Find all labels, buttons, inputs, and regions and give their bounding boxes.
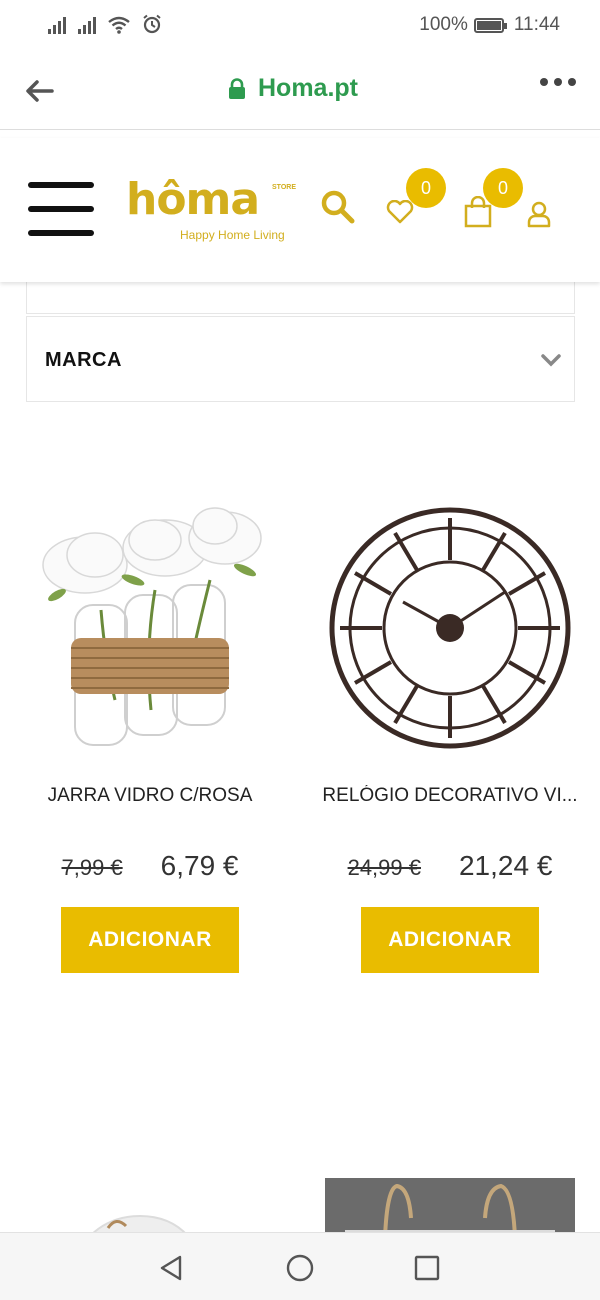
alarm-icon — [143, 14, 161, 34]
filter-label: MARCA — [45, 349, 122, 371]
user-icon[interactable] — [527, 200, 551, 228]
logo-tagline: Happy Home Living — [180, 228, 285, 242]
add-to-cart-button[interactable]: ADICIONAR — [61, 907, 239, 973]
search-icon[interactable] — [321, 190, 355, 224]
wishlist-count-badge: 0 — [406, 168, 446, 208]
product-price: 6,79 € — [160, 850, 239, 881]
product-prices: 7,99 € 6,79 € — [5, 850, 295, 882]
system-navigation-bar — [0, 1232, 600, 1300]
site-header: hôma STORE Happy Home Living 0 0 — [0, 138, 600, 282]
battery-percent: 100% — [419, 14, 468, 35]
chevron-down-icon — [541, 354, 561, 367]
dot-icon — [540, 78, 548, 86]
product-image[interactable] — [305, 500, 595, 760]
nav-recents-button[interactable] — [412, 1253, 442, 1283]
product-image-partial[interactable] — [325, 1178, 575, 1238]
signal-icon — [48, 16, 66, 34]
menu-button[interactable] — [28, 182, 94, 236]
address-bar[interactable]: Homa.pt — [228, 74, 358, 103]
wifi-icon — [108, 16, 130, 34]
filter-accordion-marca[interactable]: MARCA — [26, 316, 575, 402]
nav-home-button[interactable] — [285, 1253, 315, 1283]
cart-count-badge: 0 — [483, 168, 523, 208]
clock-time: 11:44 — [513, 14, 560, 35]
more-options-button[interactable] — [540, 78, 576, 86]
nav-back-button[interactable] — [156, 1253, 186, 1283]
product-name[interactable]: JARRA VIDRO C/ROSA — [5, 785, 295, 807]
triangle-back-icon — [160, 1255, 182, 1281]
lock-icon — [229, 77, 245, 99]
product-name[interactable]: RELÓGIO DECORATIVO VI... — [305, 785, 595, 807]
square-recents-icon — [414, 1255, 440, 1281]
logo-store-label: STORE — [272, 184, 296, 191]
add-to-cart-button[interactable]: ADICIONAR — [361, 907, 539, 973]
back-button[interactable] — [22, 74, 56, 108]
battery-icon — [473, 17, 507, 33]
dot-icon — [554, 78, 562, 86]
product-old-price: 7,99 € — [61, 855, 123, 880]
circle-home-icon — [286, 1254, 314, 1282]
product-prices: 24,99 € 21,24 € — [305, 850, 595, 882]
url-text: Homa.pt — [258, 74, 358, 102]
browser-toolbar: Homa.pt — [0, 52, 600, 130]
basket-image — [345, 1183, 555, 1238]
arrow-left-icon — [26, 80, 54, 102]
signal-icon — [78, 16, 96, 34]
product-price: 21,24 € — [458, 850, 553, 881]
product-image[interactable] — [5, 500, 295, 760]
product-old-price: 24,99 € — [347, 855, 421, 880]
heart-icon[interactable] — [386, 200, 414, 224]
dot-icon — [568, 78, 576, 86]
logo[interactable]: hôma STORE Happy Home Living — [126, 176, 298, 248]
status-bar: 100% 11:44 — [0, 0, 600, 52]
